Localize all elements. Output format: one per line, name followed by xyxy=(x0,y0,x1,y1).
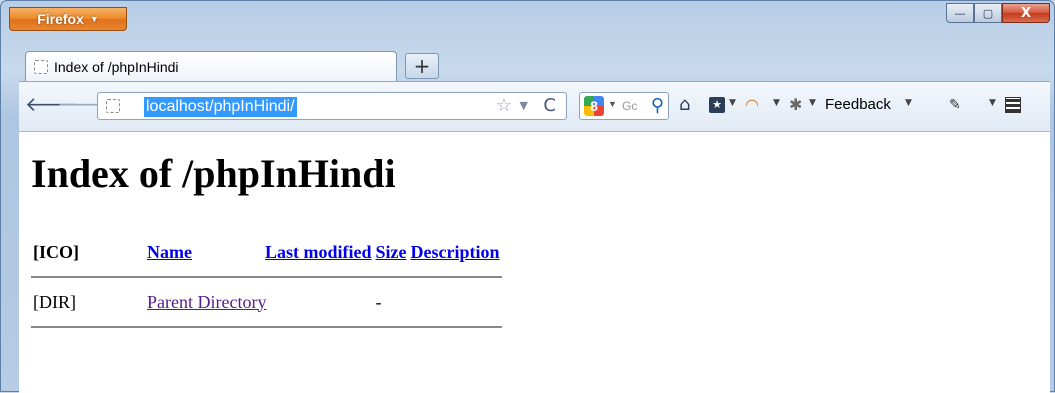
address-bar[interactable]: localhost/phpInHindi/ ☆ ▼ C xyxy=(97,92,567,120)
row-size: - xyxy=(375,291,382,312)
divider-cell xyxy=(31,316,502,338)
dropper-icon[interactable]: ✎ xyxy=(949,94,961,116)
header-description: Description xyxy=(409,238,502,266)
page-icon xyxy=(34,59,48,74)
chevron-down-icon[interactable]: ▼ xyxy=(773,98,780,108)
close-button[interactable]: X xyxy=(1002,3,1050,23)
new-tab-button[interactable]: + xyxy=(405,53,439,79)
search-engine-icon[interactable]: 8 xyxy=(584,96,604,116)
bug-icon[interactable]: ✱ xyxy=(789,94,802,116)
chevron-down-icon[interactable]: ▼ xyxy=(809,98,816,108)
header-name: Name xyxy=(145,238,263,266)
search-box[interactable]: 8 ▼ Gc ⚲ xyxy=(579,92,669,120)
chevron-down-icon[interactable]: ▼ xyxy=(905,98,912,108)
divider xyxy=(31,276,502,278)
history-dropdown-icon[interactable]: ▼ xyxy=(520,99,528,112)
divider-row xyxy=(31,266,502,288)
rainbow-icon[interactable]: ◠ xyxy=(745,94,759,116)
sort-by-last-modified-link[interactable]: Last modified xyxy=(265,242,372,262)
chevron-down-icon[interactable]: ▼ xyxy=(989,98,996,108)
url-text[interactable]: localhost/phpInHindi/ xyxy=(144,97,297,117)
minimize-button[interactable]: — xyxy=(946,3,974,23)
star-icon[interactable]: ☆ xyxy=(496,95,512,116)
feedback-button[interactable]: Feedback xyxy=(825,95,891,115)
chevron-down-icon[interactable]: ▼ xyxy=(729,98,736,108)
window-controls: — ▢ X xyxy=(946,3,1050,23)
search-icon[interactable]: ⚲ xyxy=(651,95,664,116)
title-bar: Firefox ▼ — ▢ X xyxy=(1,1,1055,41)
row-name: Parent Directory xyxy=(145,288,374,316)
reload-icon[interactable]: C xyxy=(543,95,556,116)
header-icon: [ICO] xyxy=(33,241,79,262)
browser-window: Firefox ▼ — ▢ X Index of /phpInHindi + 🡐… xyxy=(0,0,1055,393)
firefox-menu-label: Firefox xyxy=(37,11,84,27)
sort-by-name-link[interactable]: Name xyxy=(147,242,192,262)
page-title: Index of /phpInHindi xyxy=(31,151,396,196)
directory-table: [ICO] Name Last modified Size Descriptio… xyxy=(31,238,502,338)
firefox-menu-button[interactable]: Firefox ▼ xyxy=(9,7,127,31)
table-row: [DIR] Parent Directory - xyxy=(31,288,502,316)
divider-row xyxy=(31,316,502,338)
grid-icon[interactable] xyxy=(1005,97,1021,113)
parent-directory-link[interactable]: Parent Directory xyxy=(147,292,266,312)
header-size: Size xyxy=(374,238,409,266)
divider-cell xyxy=(31,266,502,288)
sort-by-size-link[interactable]: Size xyxy=(376,242,407,262)
search-input[interactable]: Gc xyxy=(622,99,637,113)
site-identity-icon[interactable] xyxy=(106,99,120,113)
header-last-modified: Last modified xyxy=(263,238,374,266)
navigation-bar: 🡐 🡒 localhost/phpInHindi/ ☆ ▼ C 8 ▼ Gc ⚲… xyxy=(19,81,1050,131)
sort-by-description-link[interactable]: Description xyxy=(411,242,500,262)
table-header-row: [ICO] Name Last modified Size Descriptio… xyxy=(31,238,502,266)
tab-label: Index of /phpInHindi xyxy=(54,58,179,75)
chevron-down-icon[interactable]: ▼ xyxy=(608,99,617,109)
page-content: Index of /phpInHindi [ICO] Name Last mod… xyxy=(19,131,1050,393)
maximize-button[interactable]: ▢ xyxy=(974,3,1002,23)
tab-index-of-phpinhindi[interactable]: Index of /phpInHindi xyxy=(25,51,397,81)
chevron-down-icon: ▼ xyxy=(89,14,99,24)
bookmark-icon[interactable]: ★ xyxy=(709,97,725,113)
row-description xyxy=(409,288,502,316)
row-icon: [DIR] xyxy=(33,291,76,312)
home-icon[interactable]: ⌂ xyxy=(679,94,690,116)
divider xyxy=(31,326,502,328)
